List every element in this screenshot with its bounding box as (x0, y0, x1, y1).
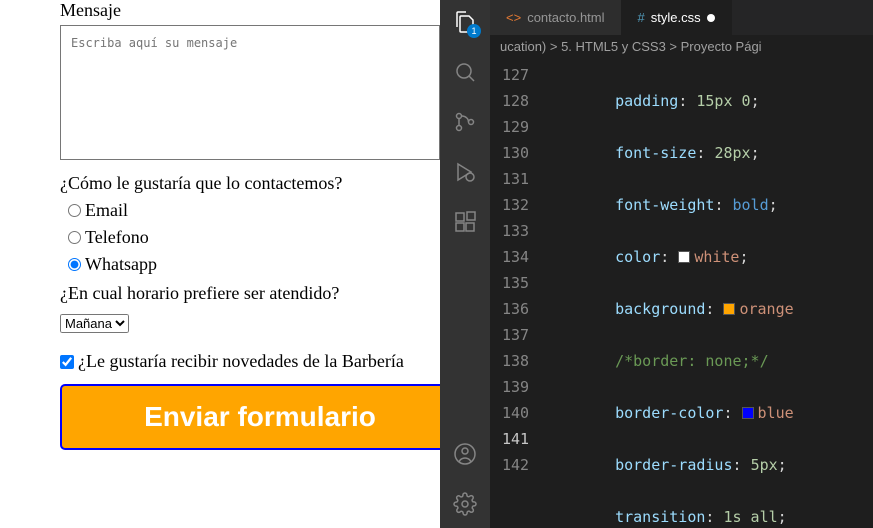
tab-label: contacto.html (527, 10, 604, 25)
settings-icon[interactable] (451, 490, 479, 518)
accounts-icon[interactable] (451, 440, 479, 468)
line-number: 127 (502, 62, 529, 88)
newsletter-label: ¿Le gustaría recibir novedades de la Bar… (78, 351, 404, 372)
line-number: 132 (502, 192, 529, 218)
line-number: 141 (502, 426, 529, 452)
radio-telefono[interactable] (68, 231, 81, 244)
css-file-icon: # (638, 10, 645, 25)
line-number: 142 (502, 452, 529, 478)
line-number: 131 (502, 166, 529, 192)
schedule-select[interactable]: Mañana (60, 314, 129, 333)
editor-area: <> contacto.html # style.css ucation) > … (490, 0, 873, 528)
code-editor[interactable]: 1271281291301311321331341351361371381391… (490, 58, 873, 528)
unsaved-dot-icon (707, 14, 715, 22)
line-number: 130 (502, 140, 529, 166)
line-number: 139 (502, 374, 529, 400)
line-number: 133 (502, 218, 529, 244)
radio-telefono-label: Telefono (85, 227, 149, 248)
line-number: 128 (502, 88, 529, 114)
run-debug-icon[interactable] (451, 158, 479, 186)
web-form-preview: Mensaje ¿Cómo le gustaría que lo contact… (0, 0, 440, 528)
line-number: 135 (502, 270, 529, 296)
radio-whatsapp[interactable] (68, 258, 81, 271)
radio-email-label: Email (85, 200, 128, 221)
message-label: Mensaje (60, 0, 420, 21)
line-number: 138 (502, 348, 529, 374)
line-number: 134 (502, 244, 529, 270)
line-number: 129 (502, 114, 529, 140)
radio-whatsapp-label: Whatsapp (85, 254, 157, 275)
schedule-question: ¿En cual horario prefiere ser atendido? (60, 283, 420, 304)
code-lines[interactable]: padding: 15px 0; font-size: 28px; font-w… (547, 58, 873, 528)
tab-label: style.css (651, 10, 701, 25)
line-gutter: 1271281291301311321331341351361371381391… (490, 58, 547, 528)
html-file-icon: <> (506, 10, 521, 25)
color-swatch-orange (723, 303, 735, 315)
tab-contacto-html[interactable]: <> contacto.html (490, 0, 622, 35)
editor-tabs: <> contacto.html # style.css (490, 0, 873, 35)
color-swatch-white (678, 251, 690, 263)
tab-style-css[interactable]: # style.css (622, 0, 732, 35)
explorer-icon[interactable]: 1 (451, 8, 479, 36)
contact-question: ¿Cómo le gustaría que lo contactemos? (60, 173, 420, 194)
line-number: 137 (502, 322, 529, 348)
submit-button[interactable]: Enviar formulario (60, 384, 460, 450)
explorer-badge: 1 (467, 24, 481, 38)
breadcrumb[interactable]: ucation) > 5. HTML5 y CSS3 > Proyecto Pá… (490, 35, 873, 58)
radio-email[interactable] (68, 204, 81, 217)
activity-bar: 1 (440, 0, 490, 528)
line-number: 136 (502, 296, 529, 322)
message-textarea[interactable] (60, 25, 440, 160)
extensions-icon[interactable] (451, 208, 479, 236)
newsletter-checkbox[interactable] (60, 355, 74, 369)
source-control-icon[interactable] (451, 108, 479, 136)
color-swatch-blue (742, 407, 754, 419)
line-number: 140 (502, 400, 529, 426)
search-icon[interactable] (451, 58, 479, 86)
vscode-window: 1 <> contacto.html (440, 0, 873, 528)
